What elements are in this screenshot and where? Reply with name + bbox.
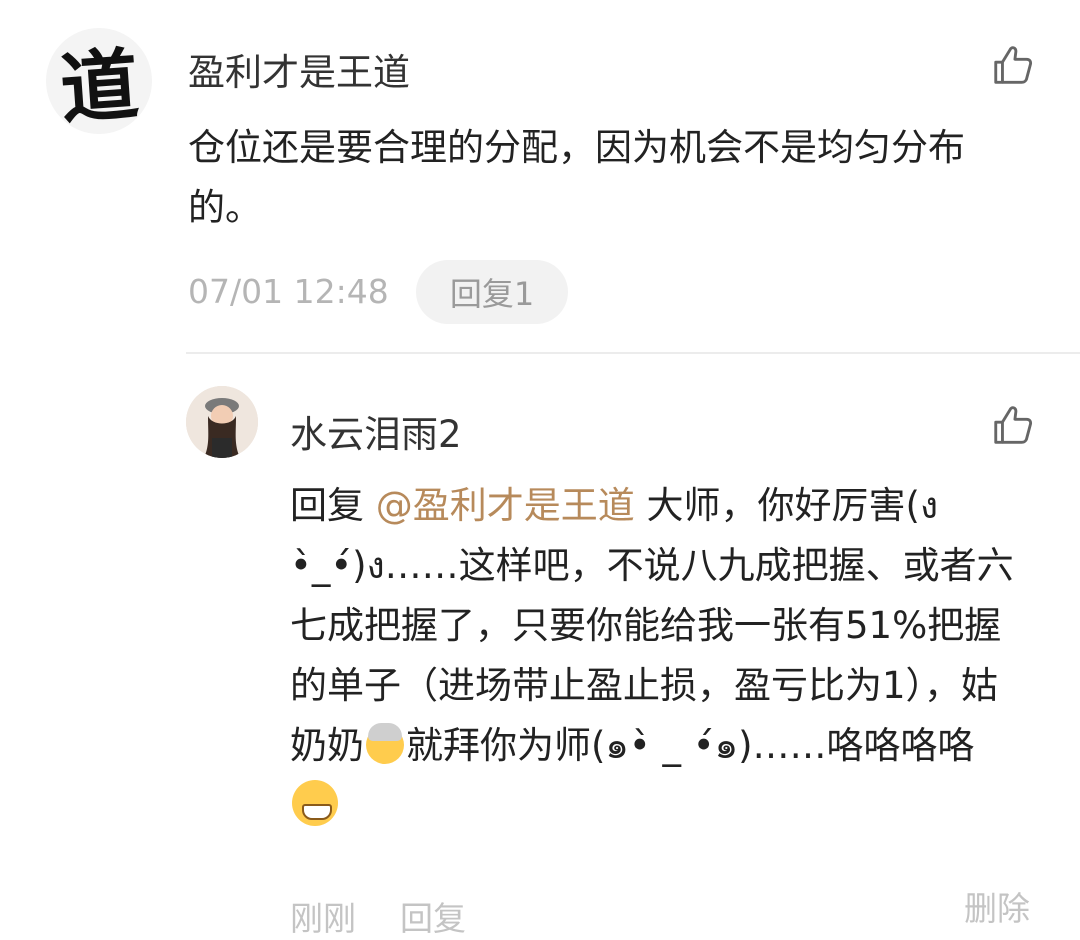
commenter-username[interactable]: 盈利才是王道: [188, 42, 410, 96]
thumbs-up-icon[interactable]: [990, 42, 1036, 88]
comment-content: 仓位还是要合理的分配，因为机会不是均匀分布的。: [188, 126, 965, 229]
replier-avatar[interactable]: [186, 386, 258, 458]
reply-prefix: 回复: [290, 484, 376, 527]
comment-timestamp: 07/01 12:48: [188, 272, 389, 311]
commenter-avatar[interactable]: 道: [46, 28, 152, 134]
reply-count-button[interactable]: 回复1: [416, 260, 568, 324]
girl-avatar-image: [186, 386, 258, 458]
mention-link[interactable]: @盈利才是王道: [376, 484, 635, 527]
grinning-face-emoji-icon: [292, 780, 338, 826]
reply-timestamp: 刚刚: [290, 899, 356, 938]
reply-content: 回复 @盈利才是王道 大师，你好厉害(ง •̀_•́)ง……这样吧，不说八九成把…: [290, 476, 1015, 836]
divider: [186, 352, 1080, 354]
reply-text-part-2: 就拜你为师(๑•̀ _ •́๑)……咯咯咯咯: [406, 724, 975, 767]
avatar-calligraphy: 道: [57, 39, 142, 134]
older-woman-emoji-icon: [366, 723, 404, 764]
replier-username[interactable]: 水云泪雨2: [290, 404, 462, 458]
thumbs-up-icon[interactable]: [990, 402, 1036, 448]
reply-button[interactable]: 回复: [400, 892, 466, 940]
delete-button[interactable]: 删除: [964, 882, 1030, 930]
